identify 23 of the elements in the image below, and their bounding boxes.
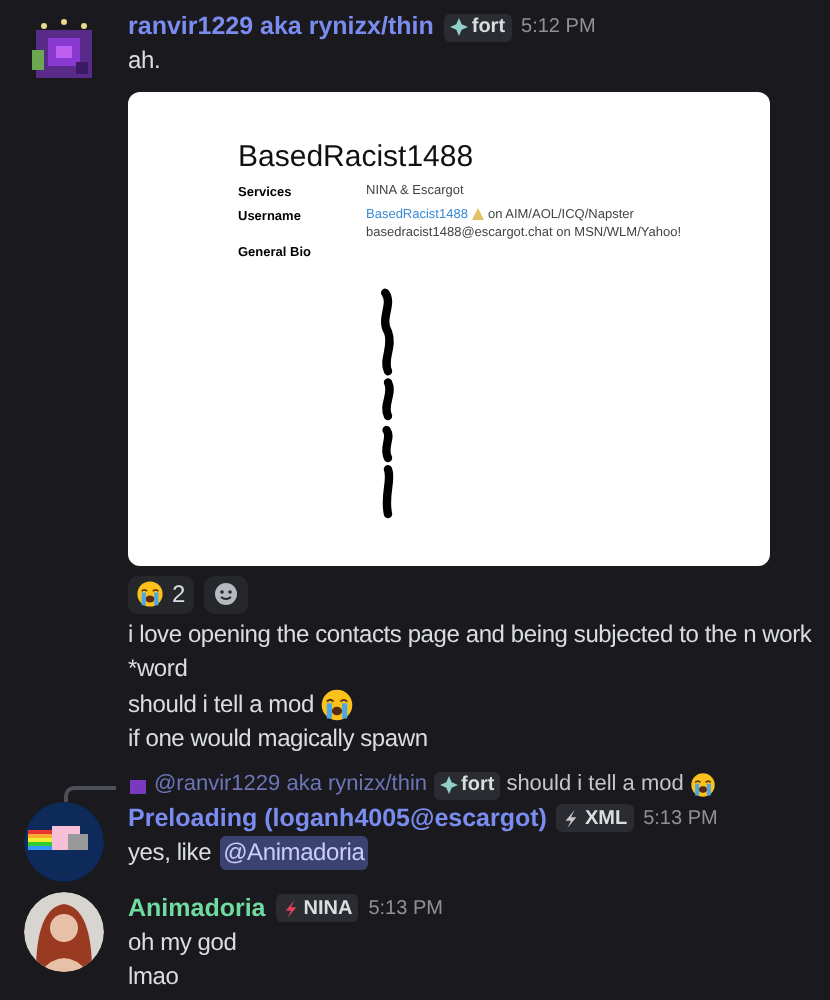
username[interactable]: ranvir1229 aka rynizx/thin [128,8,434,46]
username[interactable]: Preloading (loganh4005@escargot) [128,799,547,837]
message-text: yes, like [128,835,212,870]
profile-title: BasedRacist1488 [238,139,474,175]
tag-label: fort [461,772,495,800]
message-text: lmao [128,960,179,995]
message-text: ah. [128,44,161,79]
username[interactable]: Animadoria [128,889,266,927]
message-text: if one would magically spawn [128,722,428,757]
reply-text: should i tell a mod [506,770,684,801]
reply-author[interactable]: @ranvir1229 aka rynizx/thin [154,768,428,802]
tag-label: NINA [303,895,353,923]
message-text: should i tell a mod [128,687,314,722]
mention-link[interactable]: @Animadoria [219,835,369,870]
timestamp: 5:12 PM [521,14,596,42]
tag-label: XML [584,805,628,833]
message-text: *word [128,652,188,687]
timestamp: 5:13 PM [368,895,443,923]
reaction-button[interactable]: 2 [128,575,194,613]
tag-label: fort [471,14,506,42]
message-text: i love opening the contacts page and being subjected to the n work [128,617,812,652]
message-text: oh my god [128,925,237,960]
timestamp: 5:13 PM [643,805,718,833]
